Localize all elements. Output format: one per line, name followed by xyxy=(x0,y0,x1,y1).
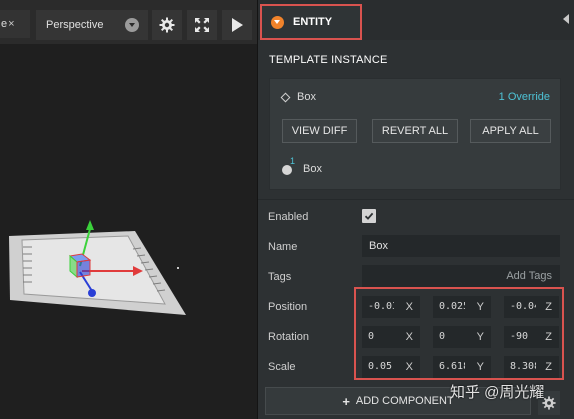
camera-select-label: Perspective xyxy=(46,19,104,31)
axis-x-label: X xyxy=(405,331,413,343)
scene-viewport[interactable] xyxy=(0,44,257,419)
axis-y-label: Y xyxy=(476,361,484,373)
viewport-point xyxy=(177,267,179,269)
section-divider xyxy=(258,199,574,200)
enabled-checkbox[interactable] xyxy=(362,209,376,223)
caret-down-icon xyxy=(125,18,139,32)
axis-y-label: Y xyxy=(476,301,484,313)
name-input[interactable]: Box xyxy=(362,235,560,257)
template-instance-box: Box 1 Override VIEW DIFF REVERT ALL APPL… xyxy=(269,78,561,190)
maximize-button[interactable] xyxy=(187,10,217,40)
position-z-value: -0.04 xyxy=(510,301,536,312)
scale-y-field[interactable]: 6.618 Y xyxy=(433,356,491,378)
override-count-link[interactable]: 1 Override xyxy=(499,91,550,103)
rotation-y-value: 0 xyxy=(439,331,446,342)
position-x-field[interactable]: -0.03 X xyxy=(362,296,420,318)
position-z-field[interactable]: -0.04 Z xyxy=(504,296,559,318)
enabled-label: Enabled xyxy=(268,211,309,223)
revert-all-button[interactable]: REVERT ALL xyxy=(372,119,458,143)
template-entity-name: Box xyxy=(297,91,316,103)
rotation-x-value: 0 xyxy=(368,331,375,342)
rotation-label: Rotation xyxy=(268,331,309,343)
axis-x-label: X xyxy=(405,301,413,313)
template-entity-row[interactable]: Box xyxy=(280,91,316,103)
tab-previous-label: e xyxy=(1,18,8,30)
settings-button[interactable] xyxy=(152,10,182,40)
plus-icon: + xyxy=(342,393,350,409)
scale-x-field[interactable]: 0.05 X xyxy=(362,356,420,378)
axis-z-label: Z xyxy=(545,301,552,313)
template-child-row[interactable]: 1 Box xyxy=(282,156,322,175)
tags-input[interactable]: Add Tags xyxy=(362,265,560,287)
name-label: Name xyxy=(268,241,298,253)
axis-z-label: Z xyxy=(545,361,552,373)
checkmark-icon xyxy=(364,212,374,220)
position-y-field[interactable]: 0.025 Y xyxy=(433,296,491,318)
camera-select[interactable]: Perspective xyxy=(36,10,148,40)
add-component-label: ADD COMPONENT xyxy=(355,395,454,407)
template-instance-title: TEMPLATE INSTANCE xyxy=(269,54,388,66)
tags-label: Tags xyxy=(268,271,292,283)
rotation-x-field[interactable]: 0X xyxy=(362,326,420,348)
transform-highlight-box: -0.03X 0.025Y -0.04Z 0X 0Y -90Z 0.05X 6.… xyxy=(354,287,564,380)
axis-x-label: X xyxy=(405,361,413,373)
box-mesh xyxy=(68,253,92,279)
scale-z-value: 8.308 xyxy=(510,361,536,372)
scale-x-value: 0.05 xyxy=(368,361,393,372)
play-button[interactable] xyxy=(222,10,252,40)
gear-icon xyxy=(159,17,175,33)
scale-z-field[interactable]: 8.308 Z xyxy=(504,356,559,378)
apply-all-button[interactable]: APPLY ALL xyxy=(470,119,551,143)
position-x-value: -0.03 xyxy=(368,301,394,312)
tab-previous[interactable]: e× xyxy=(0,10,30,38)
viewport-toolbar: e× Perspective xyxy=(0,0,257,44)
watermark-text: 知乎 @周光耀 xyxy=(450,384,545,401)
scale-label: Scale xyxy=(268,361,296,373)
rotation-z-field[interactable]: -90 Z xyxy=(504,326,559,348)
position-y-value: 0.025 xyxy=(439,301,465,312)
tab-entity[interactable]: ENTITY xyxy=(260,4,362,40)
expand-icon xyxy=(195,18,209,32)
child-override-badge: 1 xyxy=(290,156,296,166)
play-icon xyxy=(232,18,243,32)
collapse-panel-icon[interactable] xyxy=(563,14,569,24)
gizmo-y-arrow xyxy=(86,220,94,230)
scene-canvas[interactable] xyxy=(0,44,257,419)
child-entity-dot-icon: 1 xyxy=(282,156,295,175)
axis-y-label: Y xyxy=(476,331,484,343)
scale-y-value: 6.618 xyxy=(439,361,465,372)
position-label: Position xyxy=(268,301,308,313)
rotation-z-value: -90 xyxy=(510,331,529,342)
inspector-header: ENTITY xyxy=(258,0,574,40)
template-child-name: Box xyxy=(303,162,322,175)
tab-entity-label: ENTITY xyxy=(293,16,333,28)
gizmo-z-handle xyxy=(88,289,96,297)
axis-z-label: Z xyxy=(545,331,552,343)
inspector-panel: ENTITY TEMPLATE INSTANCE Box 1 Override … xyxy=(257,0,574,419)
rotation-y-field[interactable]: 0Y xyxy=(433,326,491,348)
view-diff-button[interactable]: VIEW DIFF xyxy=(282,119,357,143)
template-diamond-icon xyxy=(280,92,291,102)
entity-collapse-icon[interactable] xyxy=(271,15,284,29)
close-icon[interactable]: × xyxy=(8,18,14,30)
